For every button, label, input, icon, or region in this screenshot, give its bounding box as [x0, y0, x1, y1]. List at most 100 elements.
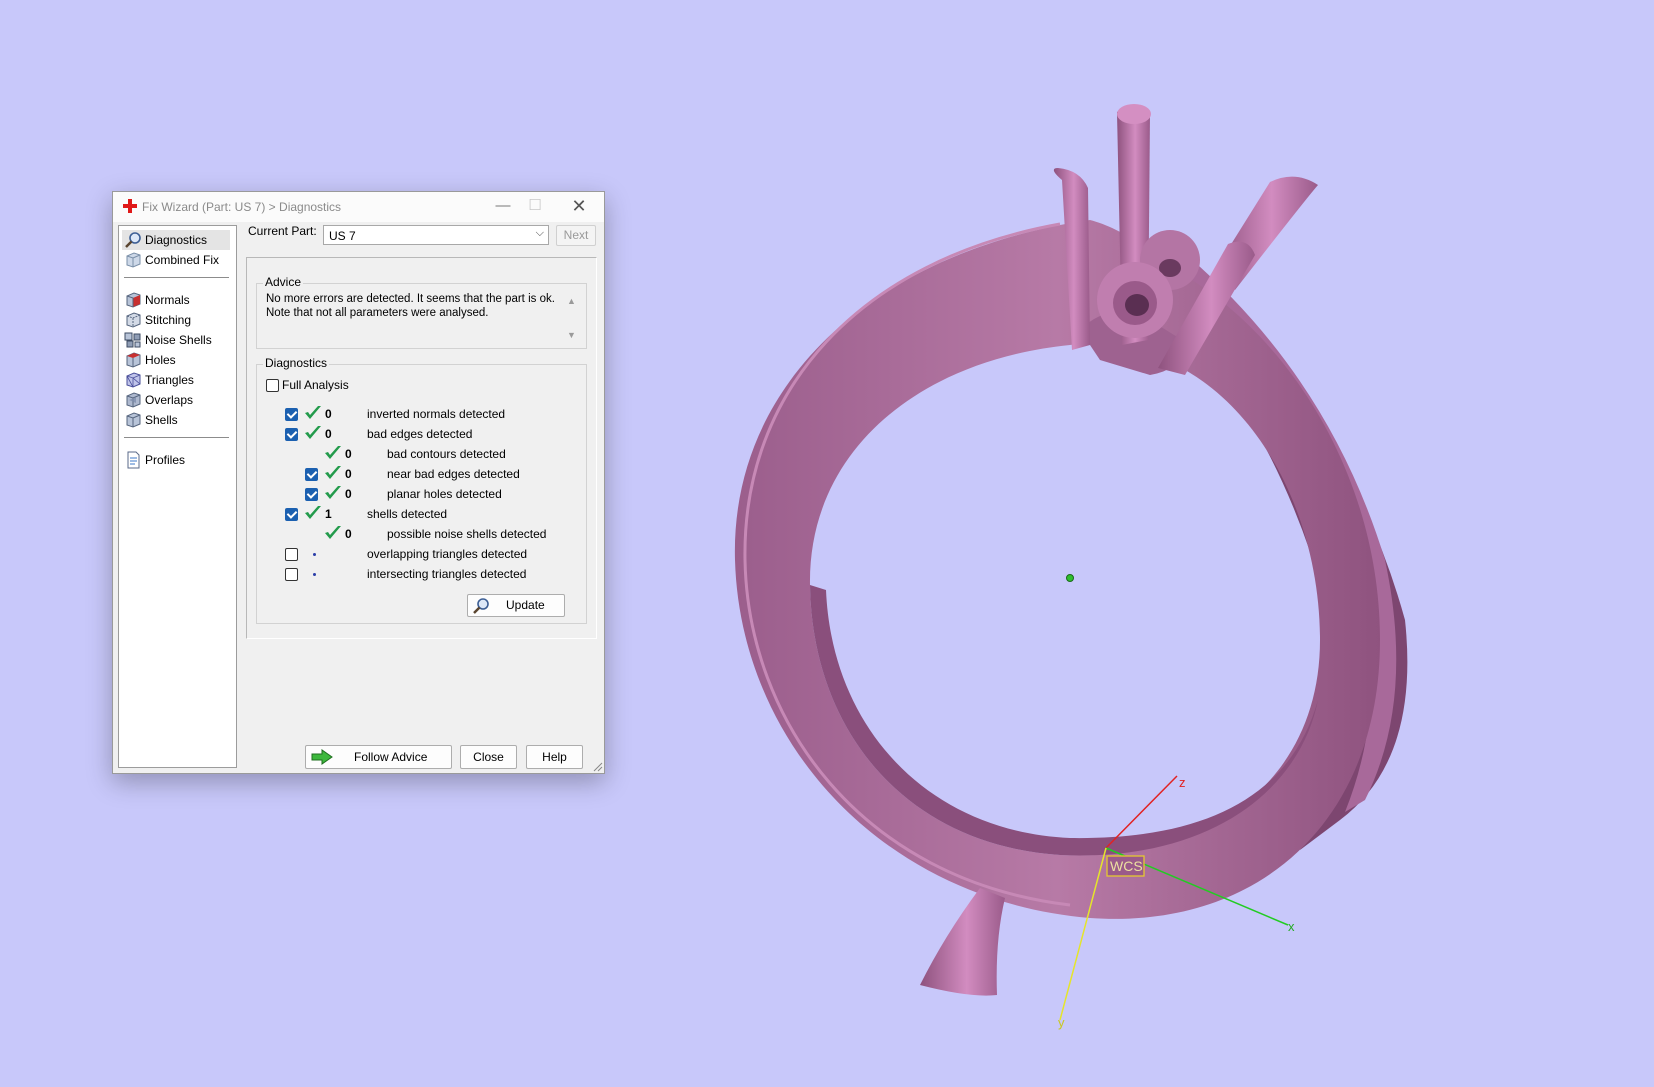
close-window-button[interactable]: ✕	[563, 195, 595, 219]
diag-label: planar holes detected	[387, 487, 502, 501]
sidebar-item-label: Triangles	[145, 373, 194, 387]
diag-count: 0	[325, 427, 332, 441]
stitching-cube-icon	[126, 312, 141, 328]
diag-label: overlapping triangles detected	[367, 547, 528, 561]
advice-scrollbar[interactable]: ▲ ▼	[564, 292, 580, 346]
holes-cube-icon	[126, 352, 141, 368]
sidebar-item-triangles[interactable]: Triangles	[122, 370, 230, 390]
help-button[interactable]: Help	[526, 745, 583, 769]
diagnostics-panel: Advice No more errors are detected. It s…	[246, 257, 597, 639]
green-check-icon	[325, 446, 341, 459]
sprue	[920, 888, 1005, 996]
sidebar-item-stitching[interactable]: Stitching	[122, 310, 230, 330]
sidebar-item-overlaps[interactable]: Overlaps	[122, 390, 230, 410]
sidebar-item-shells[interactable]: Shells	[122, 410, 230, 430]
diag-count: 1	[325, 507, 332, 521]
current-part-value: US 7	[329, 229, 356, 243]
y-axis-label: y	[1058, 1015, 1065, 1030]
sidebar-item-profiles[interactable]: Profiles	[122, 450, 230, 470]
diag-checkbox-overlapping-triangles[interactable]	[285, 548, 298, 561]
diag-count: 0	[325, 407, 332, 421]
prong-tall-tip	[1117, 104, 1151, 124]
sidebar-item-combined-fix[interactable]: Combined Fix	[122, 250, 230, 270]
chevron-down-icon: ⌵	[535, 227, 544, 239]
diag-checkbox-bad-edges[interactable]	[285, 428, 298, 441]
z-axis-label: z	[1179, 775, 1186, 790]
sidebar-item-label: Holes	[145, 353, 176, 367]
diag-checkbox-inverted-normals[interactable]	[285, 408, 298, 421]
follow-advice-button[interactable]: Follow Advice	[305, 745, 452, 769]
full-analysis-label: Full Analysis	[282, 378, 349, 392]
diagnostics-group-title: Diagnostics	[263, 356, 330, 370]
diag-label: bad edges detected	[367, 427, 473, 441]
sidebar-item-label: Shells	[145, 413, 178, 427]
sidebar-item-noise-shells[interactable]: Noise Shells	[122, 330, 230, 350]
diag-count: 0	[345, 467, 352, 481]
normals-cube-icon	[126, 292, 141, 308]
green-check-icon	[305, 506, 321, 519]
sidebar-item-holes[interactable]: Holes	[122, 350, 230, 370]
sidebar-separator	[124, 277, 229, 279]
title-bar[interactable]: Fix Wizard (Part: US 7) > Diagnostics — …	[113, 192, 604, 222]
wcs-label: WCS	[1110, 858, 1143, 874]
sidebar-item-label: Normals	[145, 293, 190, 307]
diag-count: 0	[345, 447, 352, 461]
shells-cube-icon	[126, 412, 141, 428]
resize-grip-icon[interactable]	[593, 762, 603, 772]
fix-wizard-window: Fix Wizard (Part: US 7) > Diagnostics — …	[112, 191, 605, 774]
diag-label: possible noise shells detected	[387, 527, 547, 541]
diagnostics-group: Diagnostics Full Analysis 0 inverted nor…	[256, 356, 587, 624]
ring-model[interactable]	[734, 104, 1408, 996]
advice-line-2: Note that not all parameters were analys…	[266, 307, 489, 319]
diag-checkbox-near-bad-edges[interactable]	[305, 468, 318, 481]
green-check-icon	[305, 426, 321, 439]
advice-line-1: No more errors are detected. It seems th…	[266, 293, 555, 305]
not-analysed-dot-icon	[313, 553, 316, 556]
cube-icon	[126, 252, 141, 268]
update-button[interactable]: Update	[467, 594, 565, 617]
wizard-sidebar: Diagnostics Combined Fix Normals Stitchi…	[118, 225, 237, 768]
advice-group: Advice No more errors are detected. It s…	[256, 275, 587, 349]
sidebar-item-label: Overlaps	[145, 393, 194, 407]
red-cross-icon	[123, 199, 137, 213]
sidebar-item-normals[interactable]: Normals	[122, 290, 230, 310]
diag-checkbox-planar-holes[interactable]	[305, 488, 318, 501]
window-title: Fix Wizard (Part: US 7) > Diagnostics	[142, 200, 342, 214]
follow-advice-label: Follow Advice	[354, 750, 428, 764]
ring-band	[734, 220, 1380, 919]
minimize-button[interactable]: —	[487, 195, 519, 219]
sidebar-separator	[124, 437, 229, 439]
diag-label: bad contours detected	[387, 447, 506, 461]
sidebar-item-diagnostics[interactable]: Diagnostics	[122, 230, 230, 250]
scroll-up-icon[interactable]: ▲	[567, 296, 576, 306]
triangles-cube-icon	[126, 372, 141, 388]
overlaps-cube-icon	[126, 392, 141, 408]
diag-label: near bad edges detected	[387, 467, 520, 481]
profiles-document-icon	[127, 451, 140, 469]
green-check-icon	[325, 466, 341, 479]
update-button-label: Update	[506, 598, 545, 612]
magnifier-icon	[473, 598, 489, 614]
diag-label: shells detected	[367, 507, 448, 521]
full-analysis-checkbox[interactable]	[266, 379, 279, 392]
close-button[interactable]: Close	[460, 745, 517, 769]
green-check-icon	[325, 486, 341, 499]
advice-text: No more errors are detected. It seems th…	[266, 292, 557, 346]
sidebar-item-label: Combined Fix	[145, 253, 220, 267]
rotation-center-marker	[1066, 574, 1074, 582]
green-check-icon	[305, 406, 321, 419]
maximize-button[interactable]: ☐	[519, 195, 551, 219]
green-arrow-icon	[311, 749, 333, 765]
sidebar-item-label: Noise Shells	[145, 333, 212, 347]
current-part-select[interactable]: US 7 ⌵	[323, 225, 549, 245]
diag-checkbox-shells[interactable]	[285, 508, 298, 521]
magnifier-icon	[125, 232, 141, 248]
setting-loop-front-hole	[1125, 294, 1149, 316]
diag-count: 0	[345, 487, 352, 501]
diag-label: inverted normals detected	[367, 407, 506, 421]
next-button[interactable]: Next	[556, 225, 596, 246]
scroll-down-icon[interactable]: ▼	[567, 330, 576, 340]
diag-count: 0	[345, 527, 352, 541]
diag-checkbox-intersecting-triangles[interactable]	[285, 568, 298, 581]
sidebar-item-label: Profiles	[145, 453, 186, 467]
